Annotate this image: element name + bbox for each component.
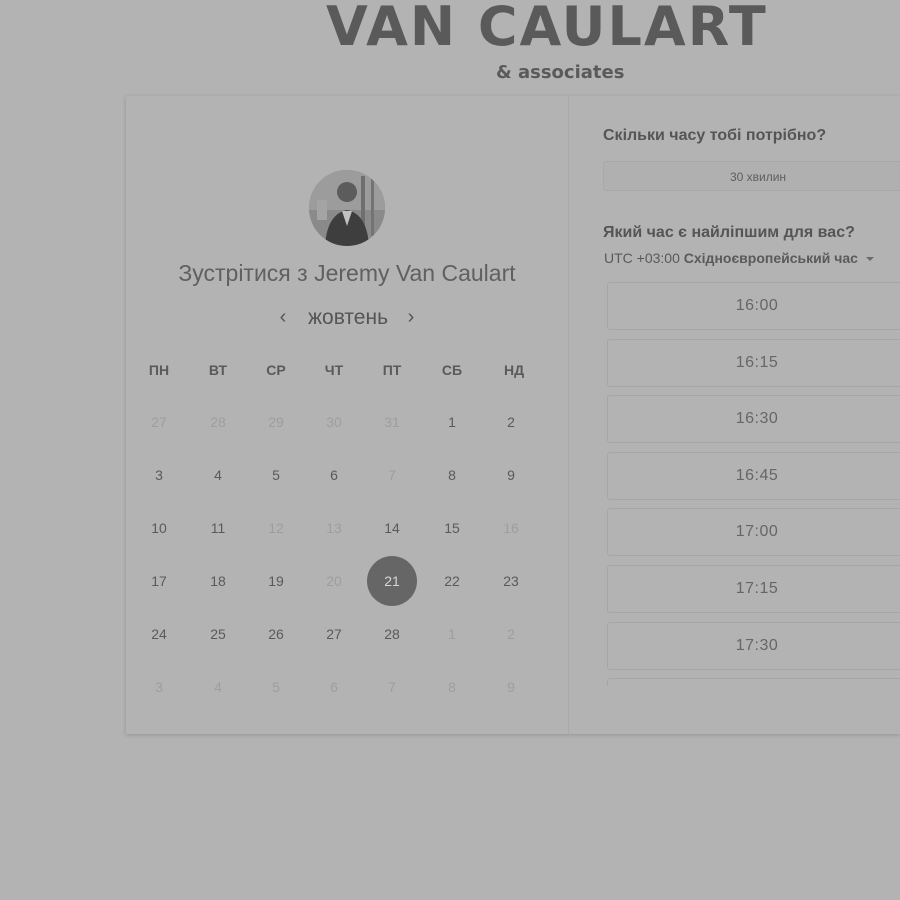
calendar-day[interactable]: 26 — [251, 609, 301, 659]
booking-card: Зустрітися з Jeremy Van Caulart ‹ жовтен… — [126, 96, 900, 734]
calendar-day: 16 — [503, 520, 519, 536]
calendar-day: 9 — [507, 679, 515, 695]
brand-logo-subtitle: & associates — [496, 62, 625, 83]
weekday-label: НД — [503, 362, 525, 378]
calendar-day: 1 — [448, 626, 456, 642]
calendar-day[interactable]: 24 — [134, 609, 184, 659]
time-slot-button[interactable]: 17:15 — [607, 565, 900, 613]
calendar-day[interactable]: 19 — [251, 556, 301, 606]
timezone-select[interactable]: UTC +03:00 Східноєвропейський час — [604, 250, 874, 266]
time-slot-button[interactable]: 16:00 — [607, 282, 900, 330]
duration-select[interactable]: 30 хвилин — [603, 161, 900, 191]
calendar-day: 7 — [388, 679, 396, 695]
time-slot-button[interactable]: 17:00 — [607, 508, 900, 557]
scheduling-page: VAN CAULART & associates Зустрітися з Je… — [0, 0, 900, 900]
calendar-day[interactable]: 3 — [134, 450, 184, 500]
time-selection-panel: Скільки часу тобі потрібно? 30 хвилин Як… — [569, 96, 900, 734]
calendar-day: 13 — [326, 520, 342, 536]
calendar-day: 4 — [214, 679, 222, 695]
calendar-day[interactable]: 17 — [134, 556, 184, 606]
calendar-day: 20 — [326, 573, 342, 589]
time-question: Який час є найліпшим для вас? — [603, 224, 855, 241]
calendar-day: 6 — [330, 679, 338, 695]
calendar-day: 30 — [326, 414, 342, 430]
month-label: жовтень — [307, 306, 389, 329]
caret-down-icon — [865, 257, 874, 262]
weekday-label: ПН — [148, 362, 170, 378]
calendar-day: 31 — [384, 414, 400, 430]
host-name: Jeremy Van Caulart — [314, 260, 516, 286]
calendar-day[interactable]: 8 — [427, 450, 477, 500]
weekday-label: ЧТ — [324, 362, 344, 378]
calendar-day[interactable]: 15 — [427, 503, 477, 553]
time-slot-button-partial[interactable] — [607, 678, 900, 686]
calendar-day: 2 — [507, 626, 515, 642]
calendar-day[interactable]: 14 — [367, 503, 417, 553]
calendar-day[interactable]: 2 — [486, 397, 536, 447]
month-navigation: ‹ жовтень › — [126, 304, 568, 334]
calendar-day: 7 — [388, 467, 396, 483]
calendar-day[interactable]: 18 — [193, 556, 243, 606]
weekday-label: СР — [266, 362, 286, 378]
calendar-day: 28 — [210, 414, 226, 430]
weekday-label: ПТ — [382, 362, 402, 378]
calendar-day[interactable]: 27 — [309, 609, 359, 659]
duration-question: Скільки часу тобі потрібно? — [603, 127, 827, 144]
calendar-day[interactable]: 10 — [134, 503, 184, 553]
calendar-day[interactable]: 1 — [427, 397, 477, 447]
time-slot-list: 16:00 16:15 16:30 16:45 17:00 17:15 17:30 — [607, 282, 900, 686]
meet-heading-prefix: Зустрітися з — [178, 260, 315, 286]
calendar-day: 27 — [151, 414, 167, 430]
meet-heading: Зустрітися з Jeremy Van Caulart — [126, 260, 568, 287]
chevron-left-icon[interactable]: ‹ — [276, 306, 290, 328]
timezone-name: Східноєвропейський час — [683, 250, 858, 266]
calendar-day: 5 — [272, 679, 280, 695]
calendar-panel: Зустрітися з Jeremy Van Caulart ‹ жовтен… — [126, 96, 568, 734]
calendar-day[interactable]: 5 — [251, 450, 301, 500]
calendar-day[interactable]: 28 — [367, 609, 417, 659]
time-slot-button[interactable]: 16:30 — [607, 395, 900, 444]
calendar-day: 29 — [268, 414, 284, 430]
time-slot-button[interactable]: 17:30 — [607, 621, 900, 670]
avatar — [309, 170, 385, 246]
calendar-day[interactable]: 23 — [486, 556, 536, 606]
calendar-day: 3 — [155, 679, 163, 695]
timezone-offset: UTC +03:00 — [604, 250, 684, 266]
calendar-day[interactable]: 22 — [427, 556, 477, 606]
calendar-day[interactable]: 25 — [193, 609, 243, 659]
calendar-day[interactable]: 9 — [486, 450, 536, 500]
time-slot-button[interactable]: 16:45 — [607, 451, 900, 500]
brand-logo-name: VAN CAULART — [326, 0, 768, 58]
time-slot-button[interactable]: 16:15 — [607, 338, 900, 387]
calendar-day[interactable]: 6 — [309, 450, 359, 500]
weekday-label: СБ — [441, 362, 463, 378]
weekday-label: ВТ — [208, 362, 228, 378]
calendar-day-selected[interactable]: 21 — [367, 556, 417, 606]
avatar-photo — [309, 170, 385, 246]
calendar-day: 8 — [448, 679, 456, 695]
calendar-day: 12 — [268, 520, 284, 536]
calendar-day[interactable]: 4 — [193, 450, 243, 500]
chevron-right-icon[interactable]: › — [404, 306, 418, 328]
calendar-day[interactable]: 11 — [193, 503, 243, 553]
